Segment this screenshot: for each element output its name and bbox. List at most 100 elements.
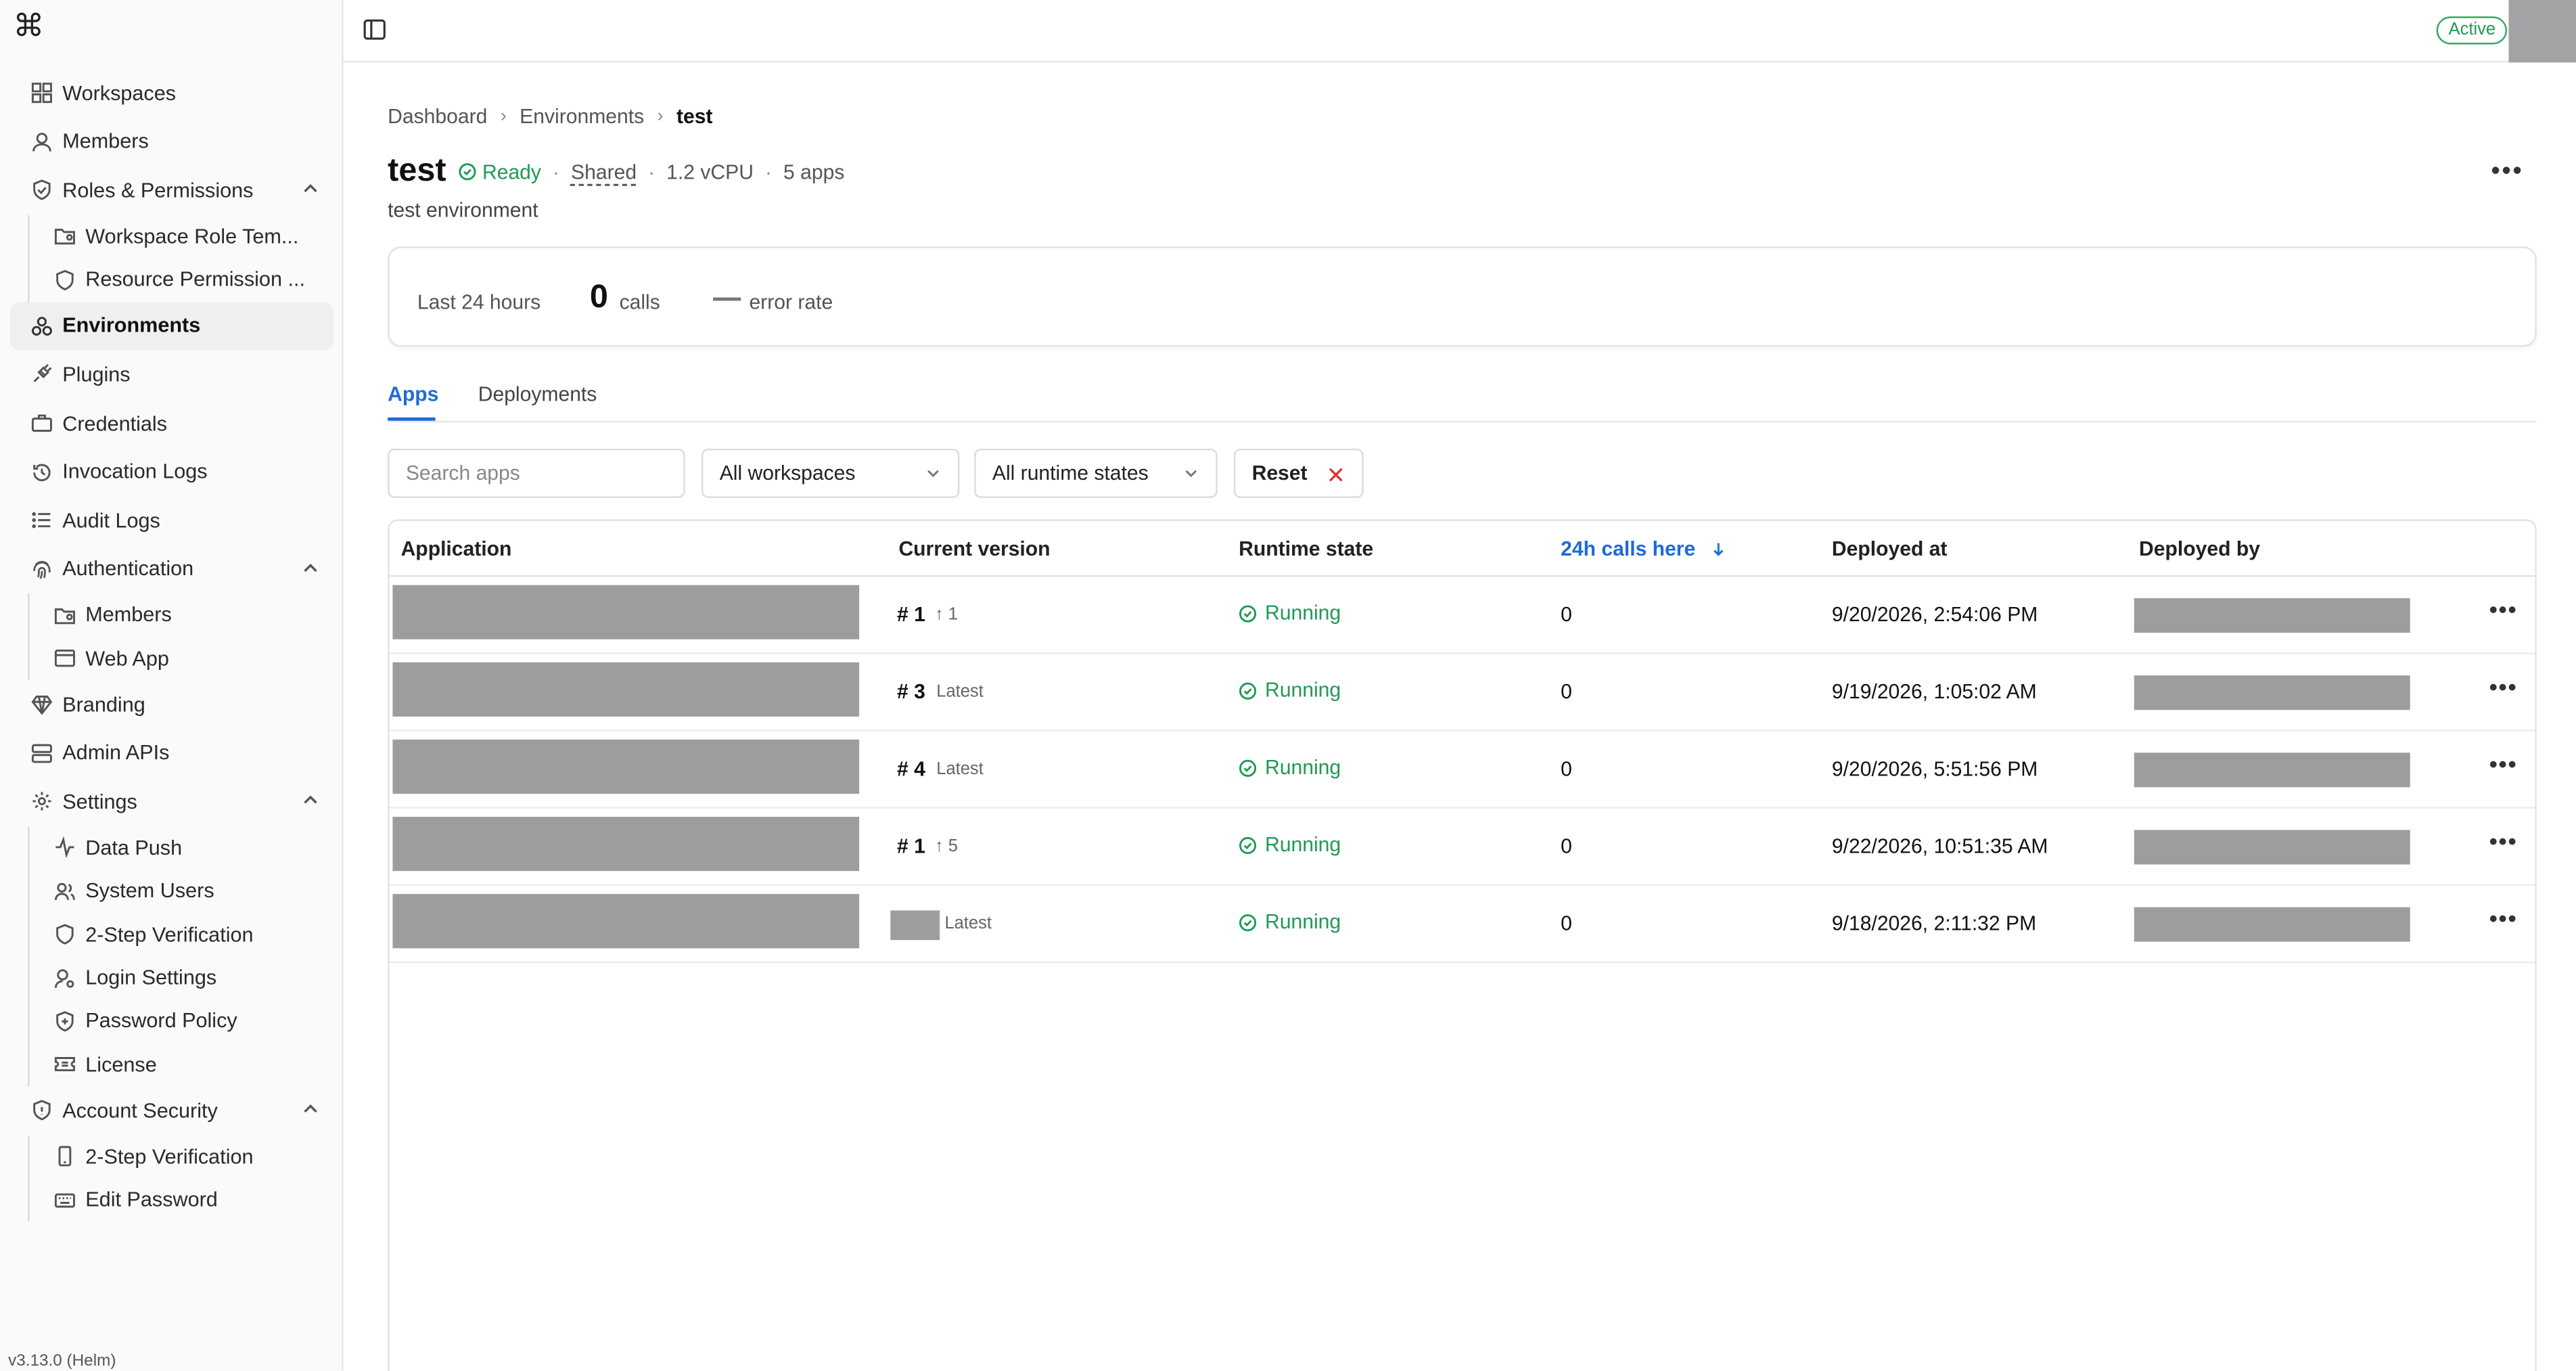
check-circle-icon: [1239, 604, 1257, 622]
tab-apps[interactable]: Apps: [388, 383, 438, 406]
version-note: Latest: [936, 681, 984, 702]
column-current-version[interactable]: Current version: [898, 537, 1050, 560]
current-version: # 4: [897, 757, 925, 781]
sidebar-item-password-policy[interactable]: Password Policy: [30, 999, 344, 1043]
runtime-state-label: Running: [1265, 756, 1341, 780]
sidebar-item-system-users[interactable]: System Users: [30, 870, 344, 913]
runtime-state-select[interactable]: All runtime states: [974, 449, 1218, 498]
calls-count: 0: [1561, 680, 1572, 704]
application-name-redacted[interactable]: [392, 894, 860, 949]
apps-table: Application Current version Runtime stat…: [388, 519, 2537, 1371]
sidebar-item-branding[interactable]: Branding: [10, 680, 334, 729]
sidebar-toggle-icon[interactable]: [363, 18, 386, 41]
sidebar-item-audit-logs[interactable]: Audit Logs: [10, 496, 334, 545]
environment-status: Ready: [458, 160, 541, 183]
runtime-state-select-value: All runtime states: [992, 462, 1149, 485]
table-row[interactable]: Latest Running 0 9/18/2026, 2:11:32 PM •…: [389, 886, 2535, 964]
roles-subnav: Workspace Role Tem... Resource Permissio…: [28, 215, 343, 302]
status-badge: Active: [2437, 16, 2508, 45]
sidebar-item-license[interactable]: License: [30, 1043, 344, 1086]
application-name-redacted[interactable]: [392, 739, 860, 794]
column-runtime-state[interactable]: Runtime state: [1239, 537, 1373, 560]
breadcrumb-environments[interactable]: Environments: [520, 105, 644, 128]
reset-button-label: Reset: [1251, 462, 1308, 485]
browser-icon: [53, 647, 76, 670]
table-row[interactable]: # 1 ↑ 5 Running 0 9/22/2026, 10:51:35 AM…: [389, 809, 2535, 886]
chevron-up-icon[interactable]: [300, 790, 320, 810]
runtime-state-label: Running: [1265, 601, 1341, 625]
row-more-actions-icon[interactable]: •••: [2489, 828, 2517, 856]
runtime-state: Running: [1239, 833, 1341, 856]
deployed-at: 9/19/2026, 1:05:02 AM: [1831, 680, 2037, 704]
column-24h-calls[interactable]: 24h calls here: [1561, 537, 1727, 560]
chevron-right-icon: ›: [500, 106, 507, 127]
table-row[interactable]: # 3 Latest Running 0 9/19/2026, 1:05:02 …: [389, 654, 2535, 732]
table-row[interactable]: # 4 Latest Running 0 9/20/2026, 5:51:56 …: [389, 732, 2535, 809]
activity-icon: [53, 836, 76, 859]
application-name-redacted[interactable]: [392, 817, 860, 872]
search-input[interactable]: [388, 449, 685, 498]
sidebar-item-credentials[interactable]: Credentials: [10, 399, 334, 448]
workspace-select[interactable]: All workspaces: [702, 449, 960, 498]
sidebar-item-admin-apis[interactable]: Admin APIs: [10, 729, 334, 778]
sidebar-item-login-settings[interactable]: Login Settings: [30, 956, 344, 999]
calls-count: 0: [1561, 603, 1572, 627]
app-logo-icon[interactable]: ⌘: [13, 11, 46, 45]
tabs: Apps Deployments: [388, 373, 2537, 423]
sidebar-item-invocation-logs[interactable]: Invocation Logs: [10, 447, 334, 496]
row-more-actions-icon[interactable]: •••: [2489, 597, 2517, 625]
column-application[interactable]: Application: [401, 537, 512, 560]
sidebar-item-label: Web App: [85, 647, 169, 671]
sidebar-item-label: Roles & Permissions: [62, 179, 254, 202]
sidebar-item-roles-permissions[interactable]: Roles & Permissions: [10, 166, 334, 215]
sidebar-item-account-security[interactable]: Account Security: [10, 1086, 334, 1135]
application-name-redacted[interactable]: [392, 662, 860, 717]
reset-button[interactable]: Reset ✕: [1233, 449, 1364, 498]
separator-dot: ·: [764, 160, 773, 183]
sidebar-item-settings-2-step[interactable]: 2-Step Verification: [30, 913, 344, 956]
sidebar-item-label: Resource Permission ...: [85, 268, 305, 292]
current-version: # 3: [897, 680, 925, 704]
sidebar-item-authentication[interactable]: Authentication: [10, 545, 334, 593]
deployed-at: 9/20/2026, 2:54:06 PM: [1831, 603, 2038, 627]
active-tab-indicator: [388, 417, 436, 421]
column-deployed-at[interactable]: Deployed at: [1832, 537, 1948, 560]
sidebar-item-workspaces[interactable]: Workspaces: [10, 69, 334, 118]
sidebar-item-auth-members[interactable]: Members: [30, 593, 344, 637]
sidebar-item-members[interactable]: Members: [10, 118, 334, 166]
sidebar-item-environments[interactable]: Environments: [9, 301, 334, 351]
sidebar-item-label: Account Security: [62, 1099, 218, 1123]
chevron-up-icon[interactable]: [300, 1100, 320, 1119]
sidebar-item-resource-permission[interactable]: Resource Permission ...: [30, 259, 344, 302]
sidebar-item-edit-password[interactable]: Edit Password: [30, 1178, 344, 1221]
sidebar-item-account-2-step[interactable]: 2-Step Verification: [30, 1135, 344, 1178]
topbar: Active: [343, 0, 2576, 63]
sidebar-item-web-app[interactable]: Web App: [30, 637, 344, 680]
chevron-up-icon[interactable]: [300, 558, 320, 578]
sidebar-item-workspace-role-templates[interactable]: Workspace Role Tem...: [30, 215, 344, 259]
row-more-actions-icon[interactable]: •••: [2489, 905, 2517, 933]
chevron-up-icon[interactable]: [300, 179, 320, 199]
sidebar-item-plugins[interactable]: Plugins: [10, 351, 334, 399]
tab-deployments[interactable]: Deployments: [478, 383, 597, 406]
runtime-state: Running: [1239, 602, 1341, 625]
deployed-by-redacted: [2134, 830, 2410, 865]
environment-type[interactable]: Shared: [571, 160, 637, 183]
table-row[interactable]: # 1 ↑ 1 Running 0 9/20/2026, 2:54:06 PM …: [389, 577, 2535, 654]
row-more-actions-icon[interactable]: •••: [2489, 751, 2517, 779]
fingerprint-icon: [30, 558, 53, 581]
check-circle-icon: [458, 163, 476, 181]
application-name-redacted[interactable]: [392, 585, 860, 639]
more-actions-icon[interactable]: •••: [2491, 158, 2523, 187]
sidebar-item-data-push[interactable]: Data Push: [30, 826, 344, 870]
breadcrumb-dashboard[interactable]: Dashboard: [388, 105, 487, 128]
avatar[interactable]: [2508, 0, 2576, 63]
sidebar-item-settings[interactable]: Settings: [10, 778, 334, 826]
authentication-subnav: Members Web App: [28, 593, 344, 681]
separator-dot: ·: [648, 160, 656, 183]
sidebar-item-label: Plugins: [62, 363, 131, 386]
row-more-actions-icon[interactable]: •••: [2489, 674, 2517, 702]
sidebar-item-label: Admin APIs: [62, 742, 170, 765]
column-deployed-by[interactable]: Deployed by: [2139, 537, 2260, 560]
close-icon: ✕: [1326, 462, 1346, 489]
